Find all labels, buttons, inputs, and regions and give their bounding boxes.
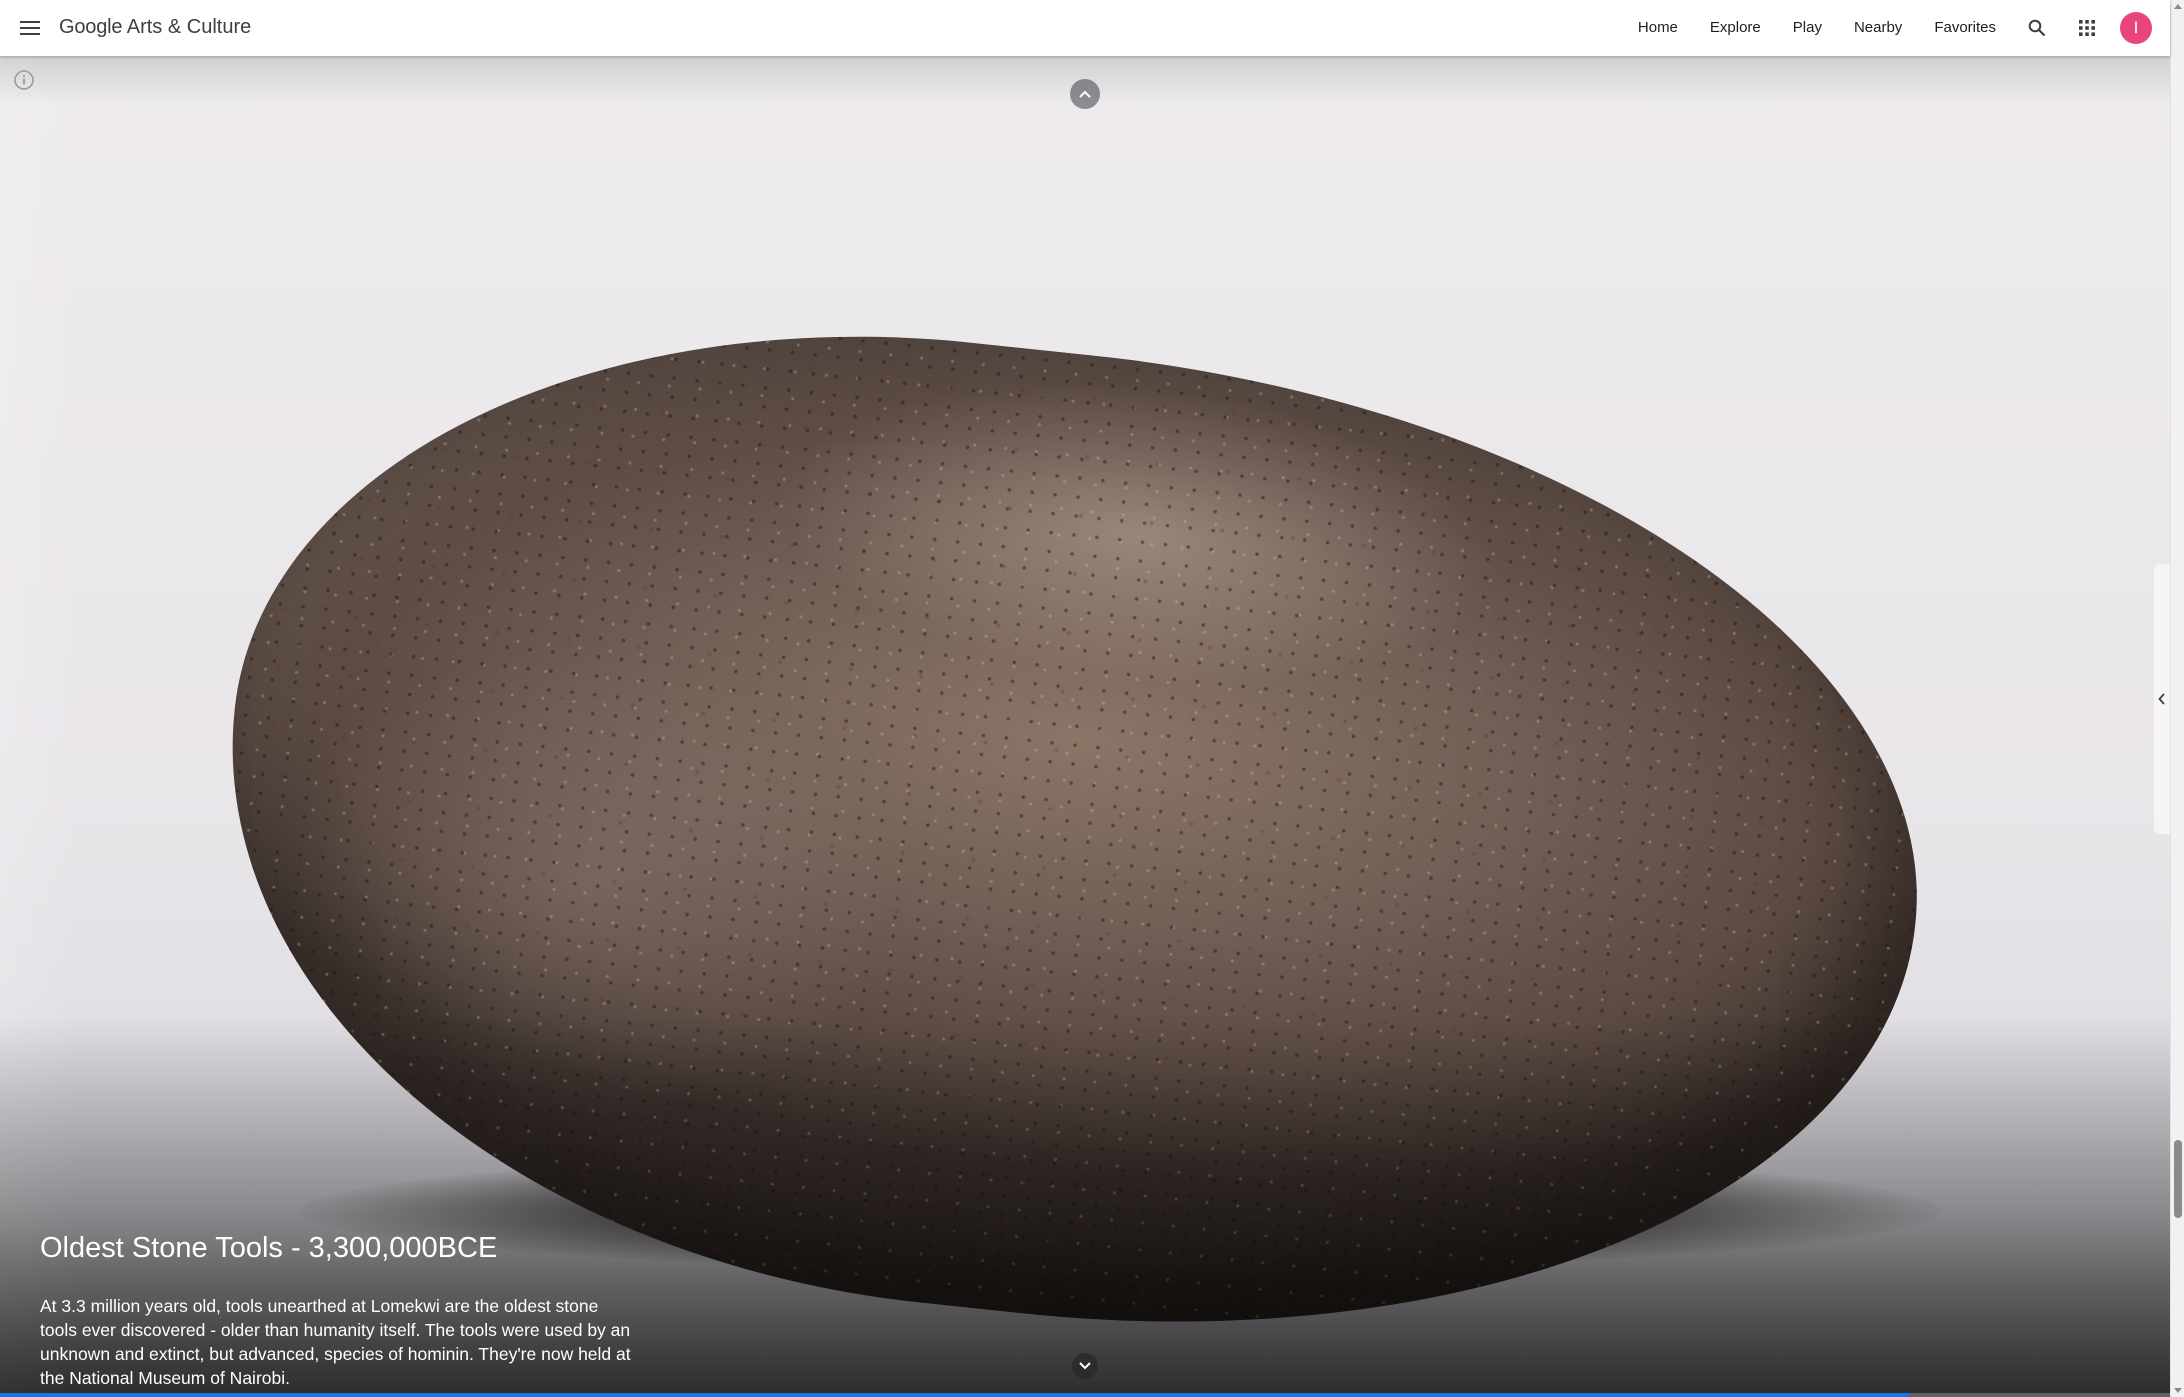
story-caption: Oldest Stone Tools - 3,300,000BCE At 3.3… [40,1230,640,1390]
apps-grid-icon[interactable] [2067,8,2107,48]
side-panel-toggle[interactable] [2154,564,2170,834]
logo-brand: Google [59,16,123,38]
hamburger-menu-icon[interactable] [12,10,48,46]
nav-home[interactable]: Home [1622,0,1694,56]
story-title: Oldest Stone Tools - 3,300,000BCE [40,1232,498,1264]
scrollbar-thumb[interactable] [2174,1140,2182,1218]
scroll-down-arrow-icon[interactable] [2174,1388,2182,1393]
info-icon[interactable] [12,68,36,92]
nav-play[interactable]: Play [1777,0,1838,56]
top-app-bar: Google Arts & Culture Home Explore Play … [0,0,2170,56]
nav-nearby[interactable]: Nearby [1838,0,1918,56]
top-nav: Home Explore Play Nearby Favorites I [1622,0,2170,56]
search-icon[interactable] [2017,8,2057,48]
site-logo[interactable]: Google Arts & Culture [59,16,251,39]
story-description: At 3.3 million years old, tools unearthe… [40,1296,631,1388]
story-progress-fill [0,1393,1910,1397]
story-progress-bar [0,1393,2170,1397]
chevron-up-icon [1079,90,1091,98]
logo-product: Arts & Culture [122,16,252,38]
nav-explore[interactable]: Explore [1694,0,1777,56]
avatar[interactable]: I [2120,12,2152,44]
page-scrollbar[interactable] [2170,0,2184,1397]
chevron-down-icon [1079,1362,1091,1370]
previous-slide-button[interactable] [1070,79,1100,109]
scroll-up-arrow-icon[interactable] [2174,4,2182,9]
nav-favorites[interactable]: Favorites [1918,0,2012,56]
story-slide: Oldest Stone Tools - 3,300,000BCE At 3.3… [0,56,2170,1397]
next-slide-button[interactable] [1072,1353,1098,1379]
chevron-left-icon [2158,693,2165,705]
